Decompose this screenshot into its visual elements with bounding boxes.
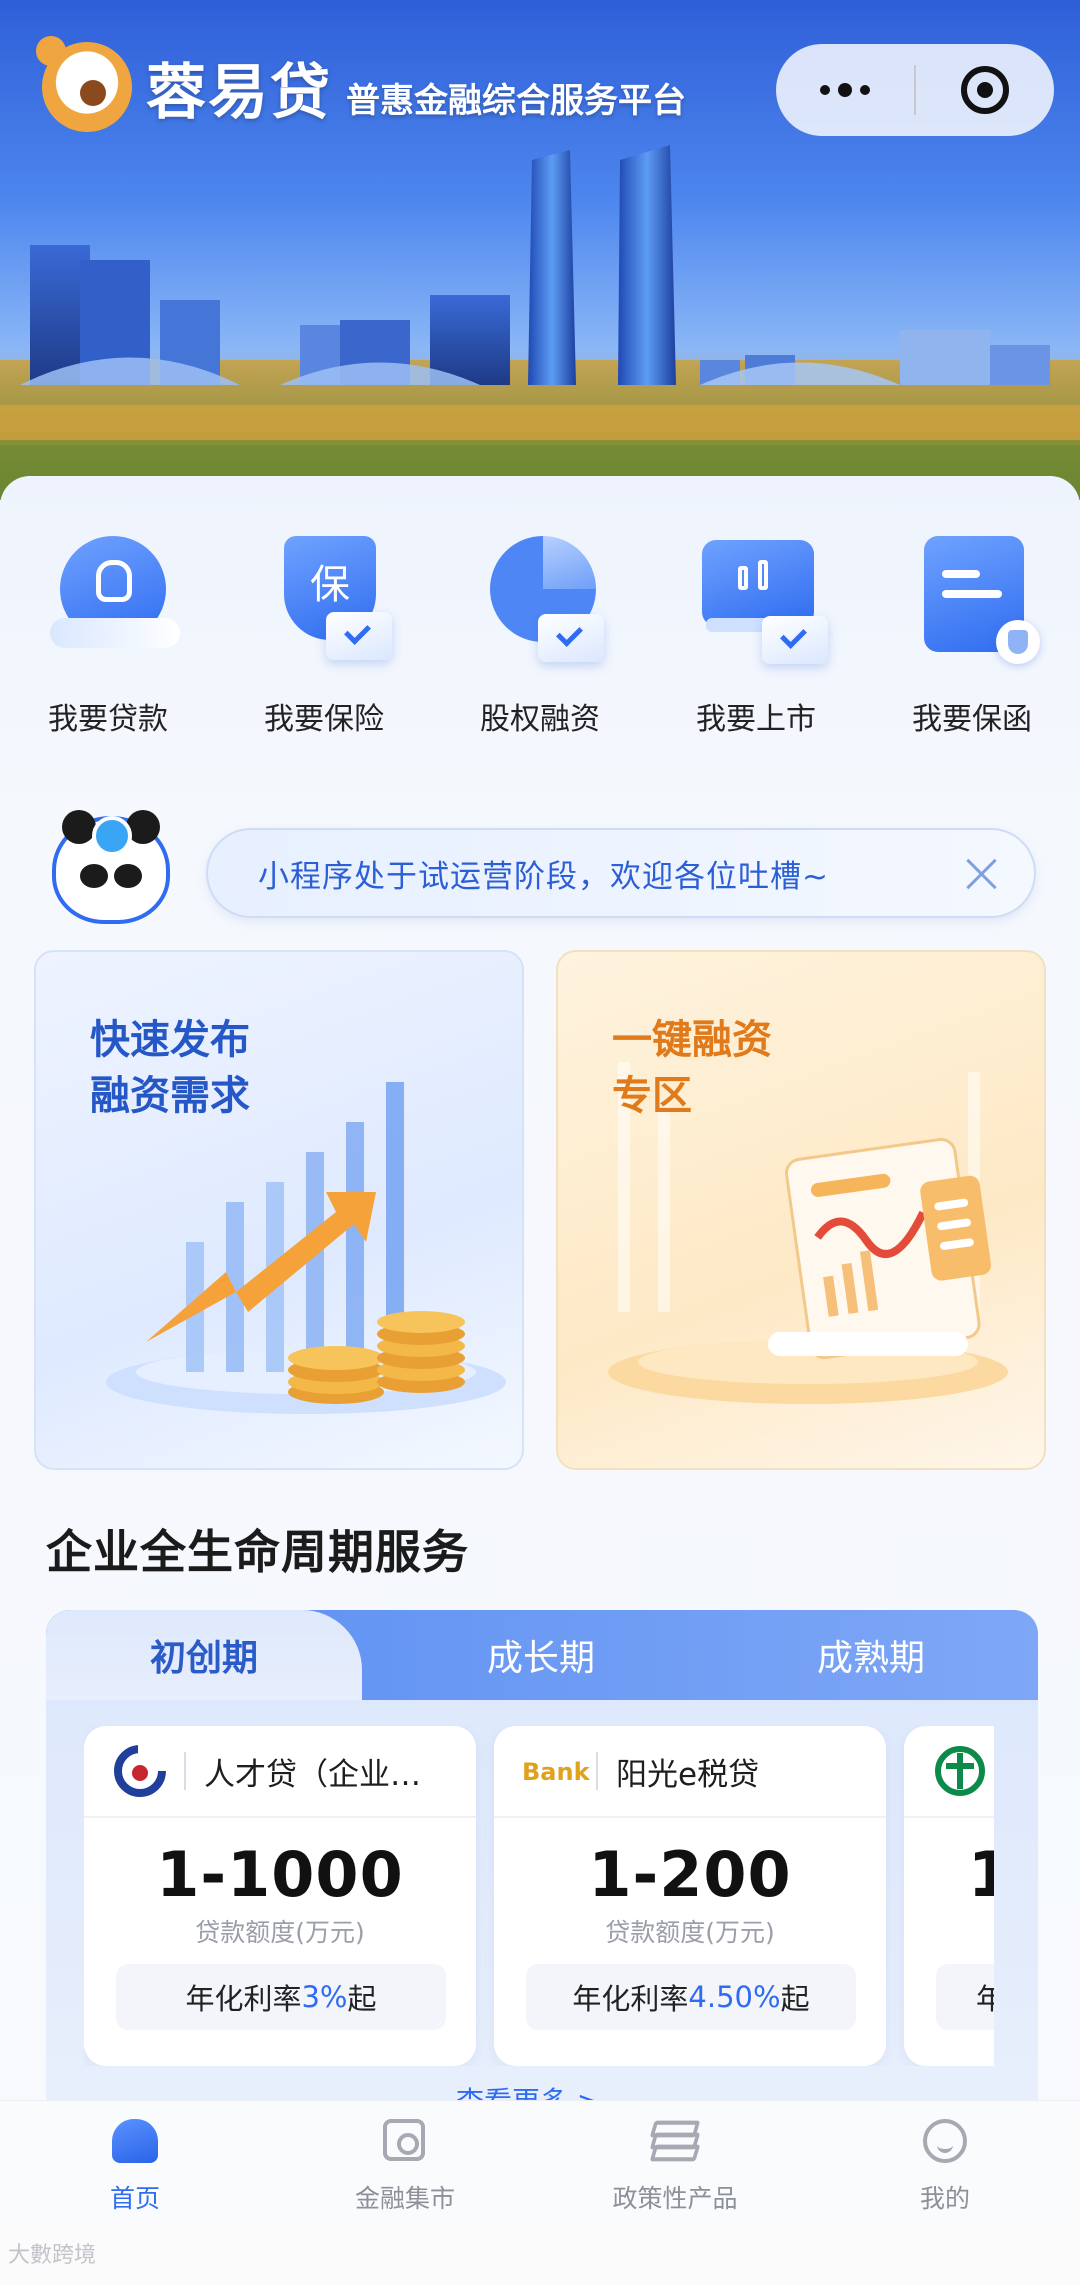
bank-logo-text: Bank bbox=[522, 1758, 591, 1786]
insurance-shield-icon: 保 bbox=[264, 536, 392, 660]
product-card[interactable]: 1 年 bbox=[904, 1726, 994, 2066]
brand-slogan: 普惠金融综合服务平台 bbox=[346, 80, 686, 121]
rate-prefix: 年化利率 bbox=[185, 1982, 302, 2016]
product-card[interactable]: 人才贷（企业… 1-1000 贷款额度(万元) 年化利率 3% 起 bbox=[84, 1726, 476, 2066]
quick-action-label: 我要保函 bbox=[912, 702, 1032, 737]
tab-market[interactable]: 金融集市 bbox=[270, 2101, 540, 2225]
quick-action-label: 我要保险 bbox=[264, 702, 384, 737]
quick-actions: 我要贷款 保 我要保险 股权融资 我要上市 我要保函 bbox=[0, 536, 1080, 738]
exit-button[interactable] bbox=[916, 44, 1054, 136]
product-name: 阳光e税贷 bbox=[616, 1756, 760, 1793]
tab-startup[interactable]: 初创期 bbox=[46, 1610, 362, 1700]
quick-action-loan[interactable]: 我要贷款 bbox=[0, 536, 216, 738]
lifecycle-tabs: 初创期 成长期 成熟期 bbox=[46, 1610, 1038, 1700]
pie-chart-icon bbox=[480, 536, 604, 662]
guarantee-doc-icon bbox=[912, 536, 1040, 664]
brand-logo: 蓉易贷 普惠金融综合服务平台 bbox=[36, 36, 686, 132]
promo-title: 快速发布 融资需求 bbox=[90, 1017, 250, 1119]
stock-screen-icon bbox=[696, 536, 828, 664]
panda-logo-icon bbox=[36, 36, 132, 132]
rate-prefix: 年化利率 bbox=[572, 1982, 689, 2016]
bank-logo-icon: Bank bbox=[522, 1743, 592, 1799]
promo-publish-financing[interactable]: 快速发布 融资需求 bbox=[34, 950, 524, 1470]
promo-title: 一键融资 专区 bbox=[612, 1017, 772, 1119]
quick-action-label: 我要贷款 bbox=[48, 702, 168, 737]
product-name: 人才贷（企业… bbox=[204, 1756, 421, 1793]
loan-amount: 1 bbox=[968, 1838, 994, 1911]
loan-amount-label: 贷款额度(万元) bbox=[195, 1918, 365, 1947]
bottom-strip: 大數跨境 bbox=[0, 2225, 1080, 2285]
watermark: 大數跨境 bbox=[8, 2243, 97, 2268]
quick-action-guarantee[interactable]: 我要保函 bbox=[864, 536, 1080, 738]
quick-action-label: 股权融资 bbox=[480, 702, 600, 737]
tab-label: 政策性产品 bbox=[612, 2184, 738, 2213]
bank-logo-icon bbox=[932, 1743, 988, 1799]
loan-amount: 1-200 bbox=[588, 1838, 792, 1911]
panda-mascot-icon bbox=[52, 810, 170, 924]
product-card[interactable]: Bank 阳光e税贷 1-200 贷款额度(万元) 年化利率 4.50% 起 bbox=[494, 1726, 886, 2066]
bank-logo-icon bbox=[112, 1743, 168, 1799]
notice-banner: 小程序处于试运营阶段，欢迎各位吐槽~ bbox=[52, 806, 1038, 926]
main-content: 我要贷款 保 我要保险 股权融资 我要上市 我要保函 小程序处于试运营阶段，欢迎… bbox=[0, 476, 1080, 2116]
product-card-header: 人才贷（企业… bbox=[84, 1726, 476, 1818]
bottom-tab-bar: 首页 金融集市 政策性产品 我的 bbox=[0, 2100, 1080, 2225]
section-title: 企业全生命周期服务 bbox=[46, 1525, 469, 1579]
rate-value: 4.50% bbox=[688, 1980, 781, 2014]
notice-bar: 小程序处于试运营阶段，欢迎各位吐槽~ bbox=[206, 828, 1036, 918]
rate-suffix: 起 bbox=[780, 1982, 810, 2016]
interest-rate: 年 bbox=[936, 1964, 994, 2030]
money-bag-hand-icon bbox=[48, 536, 180, 656]
tab-label: 我的 bbox=[919, 2184, 970, 2213]
brand-name: 蓉易贷 bbox=[146, 57, 332, 128]
quick-action-insurance[interactable]: 保 我要保险 bbox=[216, 536, 432, 738]
quick-action-equity[interactable]: 股权融资 bbox=[432, 536, 648, 738]
tab-label: 金融集市 bbox=[354, 2184, 455, 2213]
miniprogram-capsule bbox=[776, 44, 1054, 136]
hero-banner: 蓉易贷 普惠金融综合服务平台 bbox=[0, 0, 1080, 500]
close-icon[interactable] bbox=[962, 854, 1002, 894]
market-icon bbox=[379, 2115, 431, 2167]
quick-action-listing[interactable]: 我要上市 bbox=[648, 536, 864, 738]
rate-value: 3% bbox=[301, 1980, 348, 2014]
tab-growth[interactable]: 成长期 bbox=[376, 1610, 706, 1700]
profile-icon bbox=[919, 2115, 971, 2167]
quick-action-label: 我要上市 bbox=[696, 702, 816, 737]
tab-label: 首页 bbox=[109, 2184, 160, 2213]
notice-text: 小程序处于试运营阶段，欢迎各位吐槽~ bbox=[258, 858, 829, 895]
interest-rate: 年化利率 4.50% 起 bbox=[526, 1964, 856, 2030]
target-circle-icon bbox=[961, 66, 1009, 114]
promo-one-click-financing[interactable]: 一键融资 专区 bbox=[556, 950, 1046, 1470]
loan-amount-label: 贷款额度(万元) bbox=[605, 1918, 775, 1947]
product-carousel[interactable]: 人才贷（企业… 1-1000 贷款额度(万元) 年化利率 3% 起 Bank 阳光e… bbox=[84, 1726, 994, 2066]
tab-profile[interactable]: 我的 bbox=[810, 2101, 1080, 2225]
more-button[interactable] bbox=[776, 44, 914, 136]
divider bbox=[596, 1752, 598, 1790]
tab-mature[interactable]: 成熟期 bbox=[706, 1610, 1036, 1700]
layers-icon bbox=[649, 2115, 701, 2167]
home-icon bbox=[109, 2115, 161, 2167]
interest-rate: 年化利率 3% 起 bbox=[116, 1964, 446, 2030]
more-dots-icon bbox=[820, 83, 870, 97]
product-card-header: Bank 阳光e税贷 bbox=[494, 1726, 886, 1818]
divider bbox=[184, 1752, 186, 1790]
rate-suffix: 起 bbox=[347, 1982, 377, 2016]
tab-policy-products[interactable]: 政策性产品 bbox=[540, 2101, 810, 2225]
lifecycle-panel: 初创期 成长期 成熟期 人才贷（企业… 1-1000 贷款额度(万元) 年化利率… bbox=[46, 1610, 1038, 2116]
tab-home[interactable]: 首页 bbox=[0, 2101, 270, 2225]
product-card-header bbox=[904, 1726, 994, 1818]
rate-prefix: 年 bbox=[976, 1982, 994, 2016]
loan-amount: 1-1000 bbox=[156, 1838, 404, 1911]
